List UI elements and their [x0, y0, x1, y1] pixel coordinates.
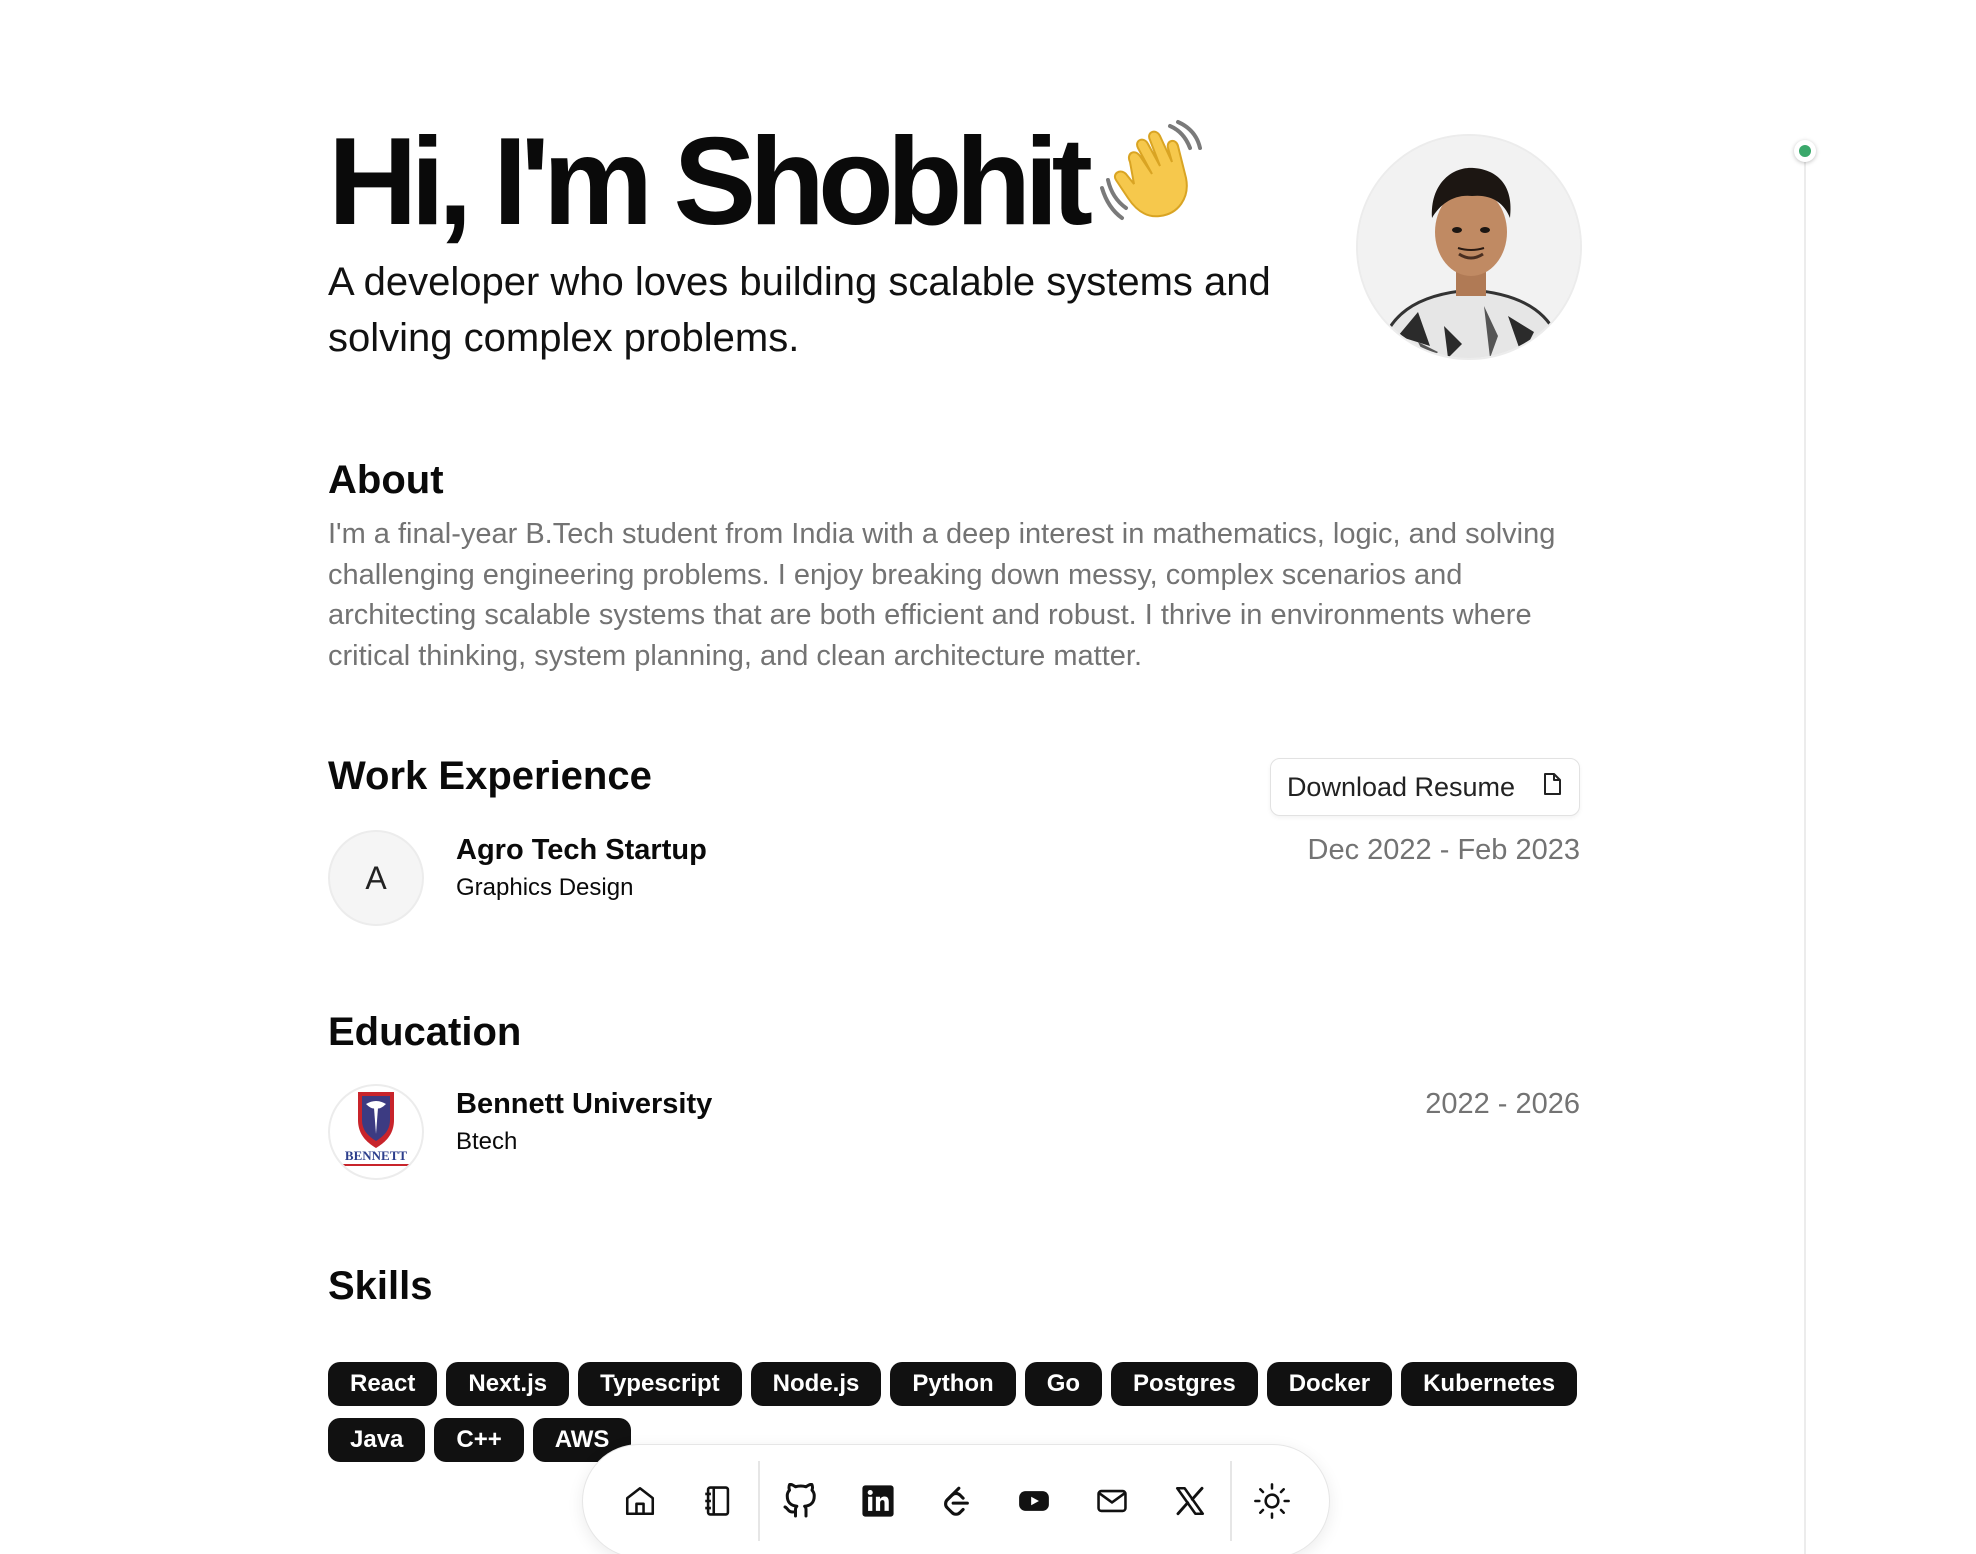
timeline-line	[1804, 150, 1806, 1554]
linkedin-icon[interactable]	[839, 1461, 917, 1541]
about-text: I'm a final-year B.Tech student from Ind…	[328, 518, 1556, 672]
waving-hand-icon	[1099, 118, 1204, 242]
skill-chip: Java	[328, 1418, 426, 1462]
education-dates: 2022 - 2026	[1425, 1088, 1580, 1120]
company-logo: A	[328, 830, 424, 926]
portfolio-page: Hi, I'm Shobhit A developer who loves bu…	[0, 0, 1976, 1554]
notebook-icon[interactable]	[679, 1461, 757, 1541]
download-resume-button[interactable]: Download Resume	[1270, 758, 1580, 816]
download-resume-label: Download Resume	[1286, 771, 1516, 802]
bottom-dock	[582, 1444, 1330, 1554]
profile-avatar	[1356, 134, 1582, 360]
skill-chip: Next.js	[446, 1362, 570, 1406]
dock-separator	[758, 1461, 760, 1541]
skill-chip: Postgres	[1111, 1362, 1258, 1406]
dock-separator	[1230, 1461, 1232, 1541]
skill-chip: Node.js	[750, 1362, 882, 1406]
work-dates: Dec 2022 - Feb 2023	[1307, 834, 1580, 866]
timeline-status-dot	[1794, 140, 1816, 162]
skill-chip: Typescript	[578, 1362, 742, 1406]
about-heading: About	[328, 458, 444, 502]
skills-heading: Skills	[328, 1264, 433, 1308]
x-icon[interactable]	[1151, 1461, 1229, 1541]
skill-chip: Docker	[1266, 1362, 1393, 1406]
degree-name: Btech	[456, 1128, 518, 1155]
company-name: Agro Tech Startup	[456, 834, 707, 866]
skill-chip: Go	[1024, 1362, 1103, 1406]
file-icon	[1541, 772, 1563, 803]
youtube-icon[interactable]	[995, 1461, 1073, 1541]
sun-icon[interactable]	[1233, 1461, 1311, 1541]
job-role: Graphics Design	[456, 874, 634, 901]
university-name: Bennett University	[456, 1088, 713, 1120]
hero-title: Hi, I'm Shobhit	[328, 118, 1204, 244]
university-logo: BENNETT	[328, 1084, 424, 1180]
home-icon[interactable]	[601, 1461, 679, 1541]
skill-chip: Python	[890, 1362, 1016, 1406]
education-heading: Education	[328, 1010, 522, 1054]
work-heading: Work Experience	[328, 754, 652, 798]
github-icon[interactable]	[761, 1461, 839, 1541]
skill-chip: C++	[434, 1418, 524, 1462]
leetcode-icon[interactable]	[917, 1461, 995, 1541]
hero-subtitle: A developer who loves building scalable …	[328, 260, 1271, 360]
svg-text:BENNETT: BENNETT	[345, 1148, 407, 1163]
mail-icon[interactable]	[1073, 1461, 1151, 1541]
skill-chip: React	[328, 1362, 438, 1406]
hero-title-text: Hi, I'm Shobhit	[328, 113, 1093, 251]
skill-chip: Kubernetes	[1401, 1362, 1578, 1406]
